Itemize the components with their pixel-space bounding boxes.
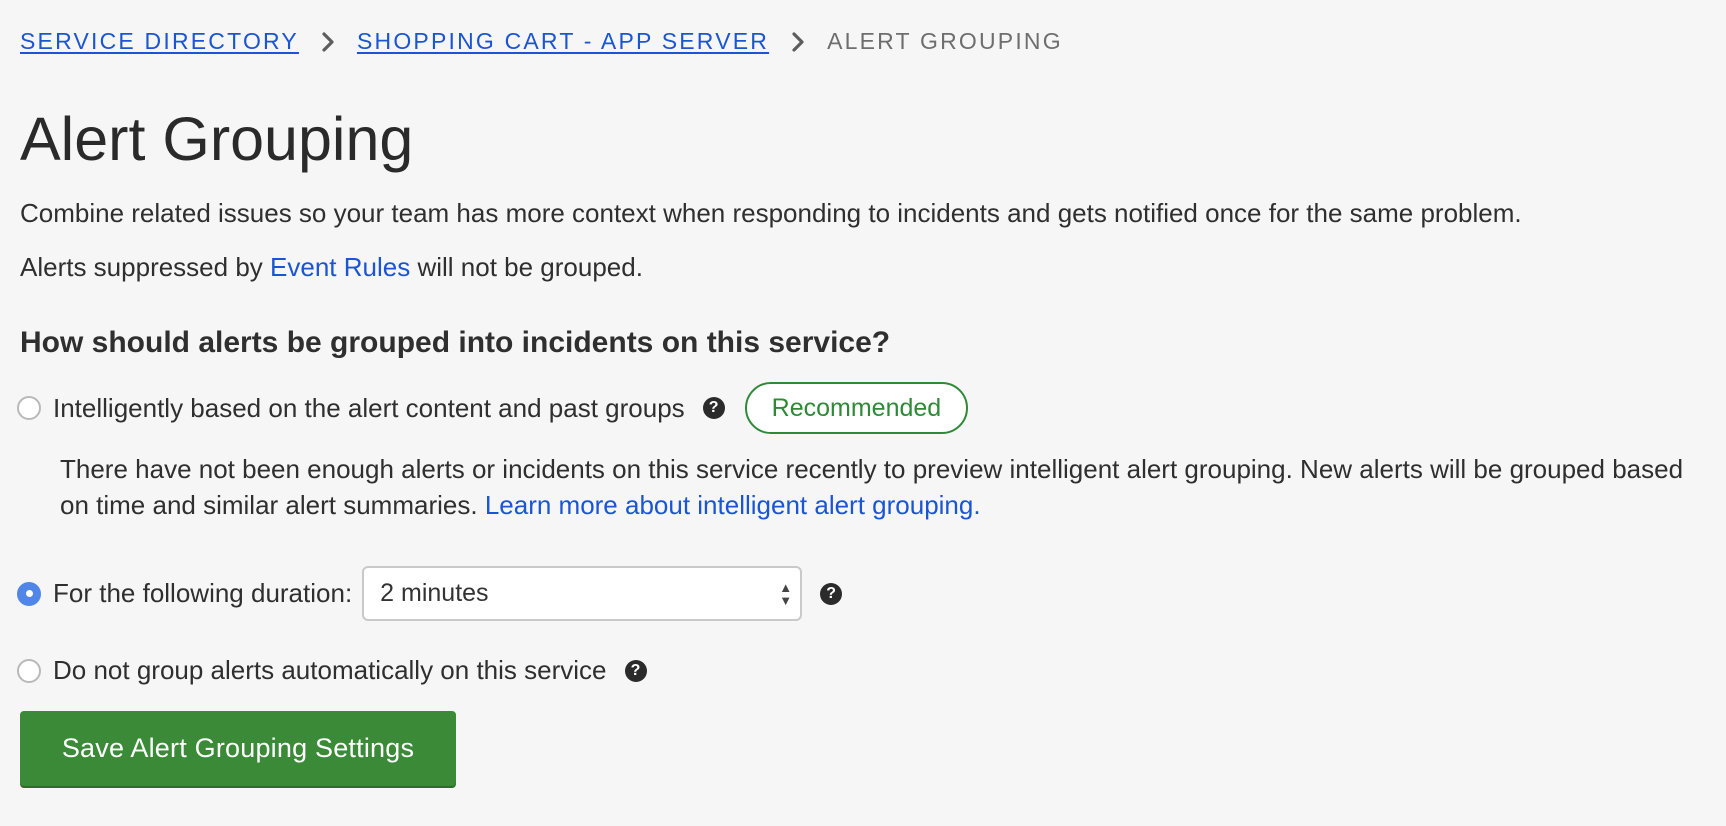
duration-radio[interactable] — [17, 581, 41, 606]
intelligent-label[interactable]: Intelligently based on the alert content… — [53, 393, 685, 424]
suppressed-note-prefix: Alerts suppressed by — [20, 252, 263, 282]
option-intelligent: Intelligently based on the alert content… — [17, 382, 969, 434]
breadcrumb-service-directory-link[interactable]: SERVICE DIRECTORY — [20, 28, 299, 55]
intelligent-radio[interactable] — [17, 396, 41, 420]
duration-select-value: 2 minutes — [380, 579, 489, 607]
grouping-question: How should alerts be grouped into incide… — [20, 326, 891, 359]
learn-more-link[interactable]: Learn more about intelligent alert group… — [485, 490, 981, 520]
duration-label[interactable]: For the following duration: — [53, 578, 352, 609]
no-grouping-label[interactable]: Do not group alerts automatically on thi… — [53, 655, 607, 686]
chevron-right-icon — [299, 31, 357, 52]
page-title: Alert Grouping — [20, 105, 414, 173]
duration-select[interactable]: 2 minutes ▲ ▼ — [362, 566, 803, 621]
suppressed-note: Alerts suppressed by Event Rules will no… — [20, 252, 643, 283]
intelligent-grouping-note: There have not been enough alerts or inc… — [60, 451, 1700, 523]
chevron-right-icon — [769, 31, 827, 52]
option-duration: For the following duration: 2 minutes ▲ ▼… — [17, 566, 843, 621]
save-alert-grouping-button[interactable]: Save Alert Grouping Settings — [20, 711, 456, 786]
breadcrumb: SERVICE DIRECTORY SHOPPING CART - APP SE… — [20, 28, 1063, 55]
event-rules-link[interactable]: Event Rules — [270, 252, 410, 282]
option-no-grouping: Do not group alerts automatically on thi… — [17, 655, 647, 686]
no-grouping-radio[interactable] — [17, 658, 41, 683]
page-description: Combine related issues so your team has … — [20, 198, 1522, 228]
recommended-badge: Recommended — [744, 382, 969, 434]
select-updown-arrows-icon: ▲ ▼ — [779, 579, 793, 608]
question-circle-icon[interactable]: ? — [624, 659, 647, 682]
question-circle-icon[interactable]: ? — [820, 582, 843, 605]
breadcrumb-shopping-cart-link[interactable]: SHOPPING CART - APP SERVER — [357, 28, 769, 55]
question-circle-icon[interactable]: ? — [702, 397, 725, 419]
breadcrumb-current: ALERT GROUPING — [827, 28, 1063, 54]
suppressed-note-suffix: will not be grouped. — [417, 252, 643, 282]
